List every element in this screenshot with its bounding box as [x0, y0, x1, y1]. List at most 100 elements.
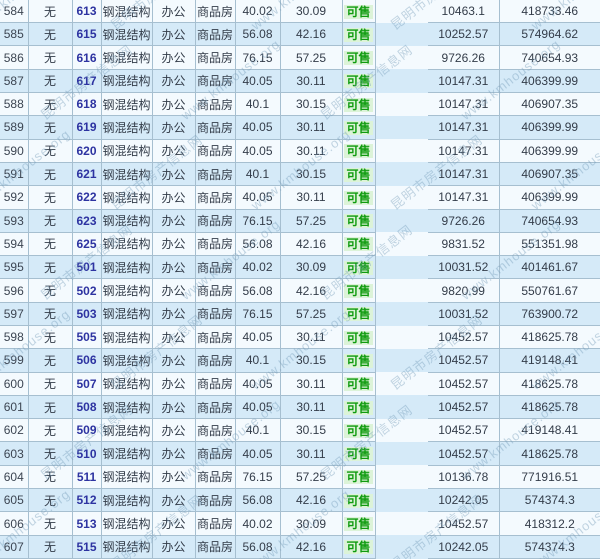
housing-category: 商品房: [195, 232, 235, 255]
structure-type: 钢混结构: [101, 465, 152, 488]
unit-number-link[interactable]: 620: [72, 139, 101, 162]
row-number: 597: [0, 302, 28, 325]
total-price: 418625.78: [499, 395, 600, 418]
unit-number-link[interactable]: 503: [72, 302, 101, 325]
unit-number-link[interactable]: 513: [72, 512, 101, 535]
unit-number-link[interactable]: 618: [72, 93, 101, 116]
total-price: 419148.41: [499, 349, 600, 372]
table-row: 586无616钢混结构办公商品房76.1557.25可售9726.2674065…: [0, 46, 600, 69]
total-price: 418733.46: [499, 0, 600, 23]
row-number: 599: [0, 349, 28, 372]
build-area: 40.05: [235, 116, 280, 139]
inner-area: 42.16: [280, 489, 342, 512]
housing-category: 商品房: [195, 395, 235, 418]
mortgage-status: 无: [28, 465, 72, 488]
unit-number-link[interactable]: 507: [72, 372, 101, 395]
structure-type: 钢混结构: [101, 302, 152, 325]
spacer-cell: [375, 209, 428, 232]
inner-area: 30.11: [280, 186, 342, 209]
unit-number-link[interactable]: 623: [72, 209, 101, 232]
housing-category: 商品房: [195, 116, 235, 139]
unit-number-link[interactable]: 613: [72, 0, 101, 23]
spacer-cell: [375, 372, 428, 395]
unit-price: 9726.26: [428, 209, 499, 232]
housing-category: 商品房: [195, 465, 235, 488]
sale-status-text: 可售: [344, 517, 372, 531]
table-row: 593无623钢混结构办公商品房76.1557.25可售9726.2674065…: [0, 209, 600, 232]
table-row: 590无620钢混结构办公商品房40.0530.11可售10147.314063…: [0, 139, 600, 162]
unit-number-link[interactable]: 615: [72, 23, 101, 46]
row-number: 595: [0, 256, 28, 279]
unit-number-link[interactable]: 621: [72, 162, 101, 185]
table-row: 596无502钢混结构办公商品房56.0842.16可售9820.9955076…: [0, 279, 600, 302]
unit-number-link[interactable]: 515: [72, 535, 101, 558]
usage-type: 办公: [152, 302, 195, 325]
inner-area: 30.11: [280, 116, 342, 139]
sale-status-badge: 可售: [342, 419, 375, 442]
unit-number-link[interactable]: 625: [72, 232, 101, 255]
unit-number-link[interactable]: 508: [72, 395, 101, 418]
unit-number-link[interactable]: 619: [72, 116, 101, 139]
mortgage-status: 无: [28, 395, 72, 418]
sale-status-badge: 可售: [342, 0, 375, 23]
table-row: 589无619钢混结构办公商品房40.0530.11可售10147.314063…: [0, 116, 600, 139]
spacer-cell: [375, 46, 428, 69]
sale-status-badge: 可售: [342, 535, 375, 558]
build-area: 40.05: [235, 139, 280, 162]
total-price: 574374.3: [499, 489, 600, 512]
usage-type: 办公: [152, 349, 195, 372]
sale-status-badge: 可售: [342, 186, 375, 209]
table-row: 597无503钢混结构办公商品房76.1557.25可售10031.527639…: [0, 302, 600, 325]
unit-number-link[interactable]: 616: [72, 46, 101, 69]
inner-area: 30.09: [280, 512, 342, 535]
sale-status-text: 可售: [344, 424, 372, 438]
unit-number-link[interactable]: 617: [72, 69, 101, 92]
unit-price: 10452.57: [428, 395, 499, 418]
unit-price: 10452.57: [428, 442, 499, 465]
housing-category: 商品房: [195, 279, 235, 302]
spacer-cell: [375, 442, 428, 465]
inner-area: 30.11: [280, 372, 342, 395]
sale-status-text: 可售: [344, 168, 372, 182]
inner-area: 30.15: [280, 349, 342, 372]
total-price: 406907.35: [499, 162, 600, 185]
unit-number-link[interactable]: 506: [72, 349, 101, 372]
unit-price: 10252.57: [428, 23, 499, 46]
spacer-cell: [375, 139, 428, 162]
unit-number-link[interactable]: 511: [72, 465, 101, 488]
unit-number-link[interactable]: 510: [72, 442, 101, 465]
unit-number-link[interactable]: 505: [72, 326, 101, 349]
inner-area: 30.11: [280, 395, 342, 418]
spacer-cell: [375, 535, 428, 558]
unit-number-link[interactable]: 502: [72, 279, 101, 302]
sale-status-text: 可售: [344, 261, 372, 275]
unit-number-link[interactable]: 622: [72, 186, 101, 209]
sale-status-badge: 可售: [342, 279, 375, 302]
sale-status-text: 可售: [344, 121, 372, 135]
structure-type: 钢混结构: [101, 256, 152, 279]
build-area: 40.1: [235, 93, 280, 116]
unit-number-link[interactable]: 512: [72, 489, 101, 512]
usage-type: 办公: [152, 512, 195, 535]
unit-number-link[interactable]: 509: [72, 419, 101, 442]
unit-number-link[interactable]: 501: [72, 256, 101, 279]
row-number: 602: [0, 419, 28, 442]
table-row: 600无507钢混结构办公商品房40.0530.11可售10452.574186…: [0, 372, 600, 395]
inner-area: 30.15: [280, 162, 342, 185]
inner-area: 57.25: [280, 46, 342, 69]
total-price: 574964.62: [499, 23, 600, 46]
sale-status-text: 可售: [344, 377, 372, 391]
structure-type: 钢混结构: [101, 209, 152, 232]
total-price: 418625.78: [499, 326, 600, 349]
sale-status-text: 可售: [344, 284, 372, 298]
sale-status-badge: 可售: [342, 442, 375, 465]
housing-category: 商品房: [195, 93, 235, 116]
housing-category: 商品房: [195, 209, 235, 232]
inner-area: 42.16: [280, 23, 342, 46]
sale-status-badge: 可售: [342, 93, 375, 116]
sale-status-text: 可售: [344, 401, 372, 415]
housing-category: 商品房: [195, 69, 235, 92]
mortgage-status: 无: [28, 0, 72, 23]
table-row: 599无506钢混结构办公商品房40.130.15可售10452.5741914…: [0, 349, 600, 372]
mortgage-status: 无: [28, 489, 72, 512]
